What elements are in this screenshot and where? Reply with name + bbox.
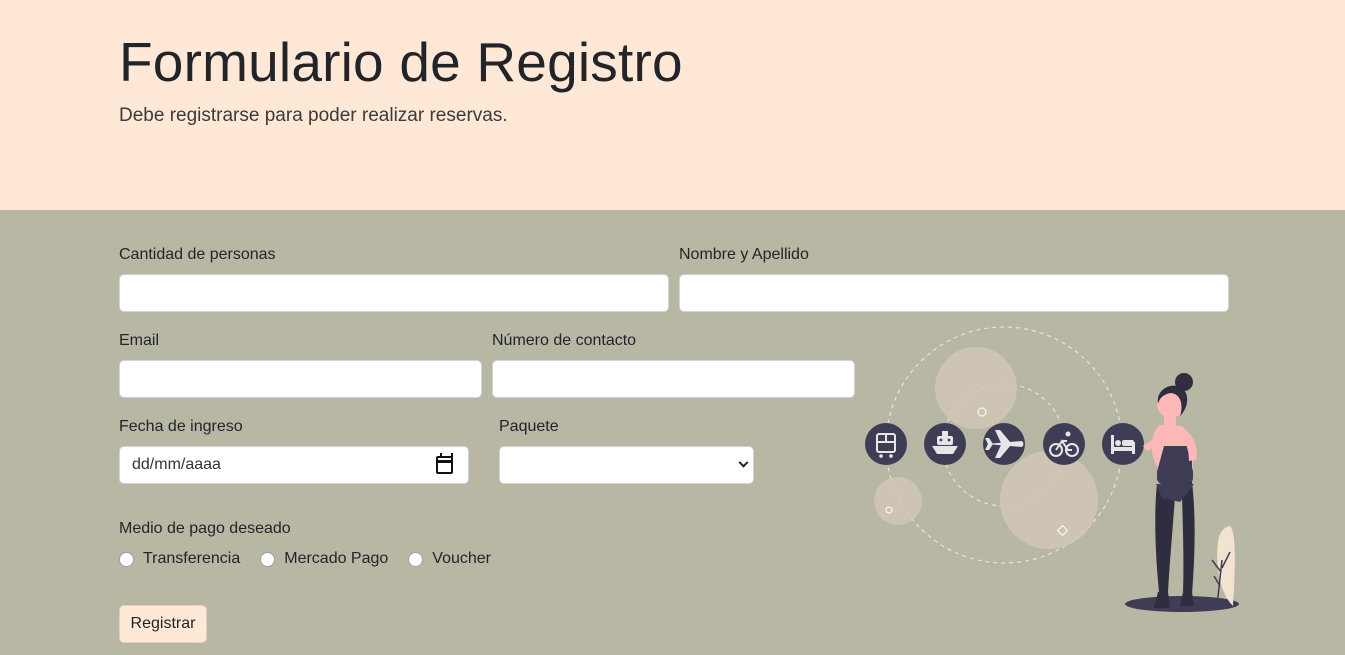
travel-illustration	[865, 326, 1239, 612]
bus-icon	[865, 423, 907, 465]
bubble-left	[874, 477, 922, 525]
radio-label: Mercado Pago	[284, 550, 389, 567]
bubble-top	[935, 347, 1017, 429]
radio-button[interactable]	[408, 551, 424, 567]
ship-icon	[924, 423, 966, 465]
bicycle-icon	[1043, 423, 1085, 465]
name-input[interactable]	[679, 274, 1229, 312]
radio-label: Voucher	[432, 550, 492, 567]
calendar-icon[interactable]	[436, 453, 453, 474]
package-select[interactable]	[499, 446, 754, 484]
phone-input[interactable]	[492, 360, 855, 398]
page-title: Formulario de Registro	[119, 31, 683, 93]
hero-header: Formulario de Registro Debe registrarse …	[0, 0, 1345, 210]
people-label: Cantidad de personas	[119, 246, 276, 263]
name-label: Nombre y Apellido	[679, 246, 809, 263]
airplane-icon	[983, 423, 1025, 465]
payment-option-voucher[interactable]: Voucher	[408, 550, 491, 568]
email-input[interactable]	[119, 360, 482, 398]
radio-button[interactable]	[119, 551, 134, 567]
payment-option-transferencia[interactable]: Transferencia	[119, 550, 240, 568]
radio-button[interactable]	[260, 551, 276, 567]
date-input[interactable]: dd/mm/aaaa	[119, 446, 469, 484]
woman-figure-icon	[1125, 373, 1239, 612]
people-input[interactable]	[119, 274, 669, 312]
package-label: Paquete	[499, 418, 559, 435]
payment-option-mercado-pago[interactable]: Mercado Pago	[260, 550, 388, 568]
radio-label: Transferencia	[143, 550, 241, 567]
bed-icon	[1102, 423, 1144, 465]
date-placeholder: dd/mm/aaaa	[132, 456, 221, 473]
register-button[interactable]: Registrar	[119, 605, 207, 643]
bubble-right	[1000, 451, 1098, 549]
email-label: Email	[119, 332, 160, 349]
page-subtitle: Debe registrarse para poder realizar res…	[119, 105, 508, 126]
chevron-down-icon	[738, 457, 749, 468]
payment-radio-group: Transferencia Mercado Pago Voucher	[119, 550, 511, 568]
payment-label: Medio de pago deseado	[119, 520, 291, 537]
phone-label: Número de contacto	[492, 332, 637, 349]
date-label: Fecha de ingreso	[119, 418, 243, 435]
